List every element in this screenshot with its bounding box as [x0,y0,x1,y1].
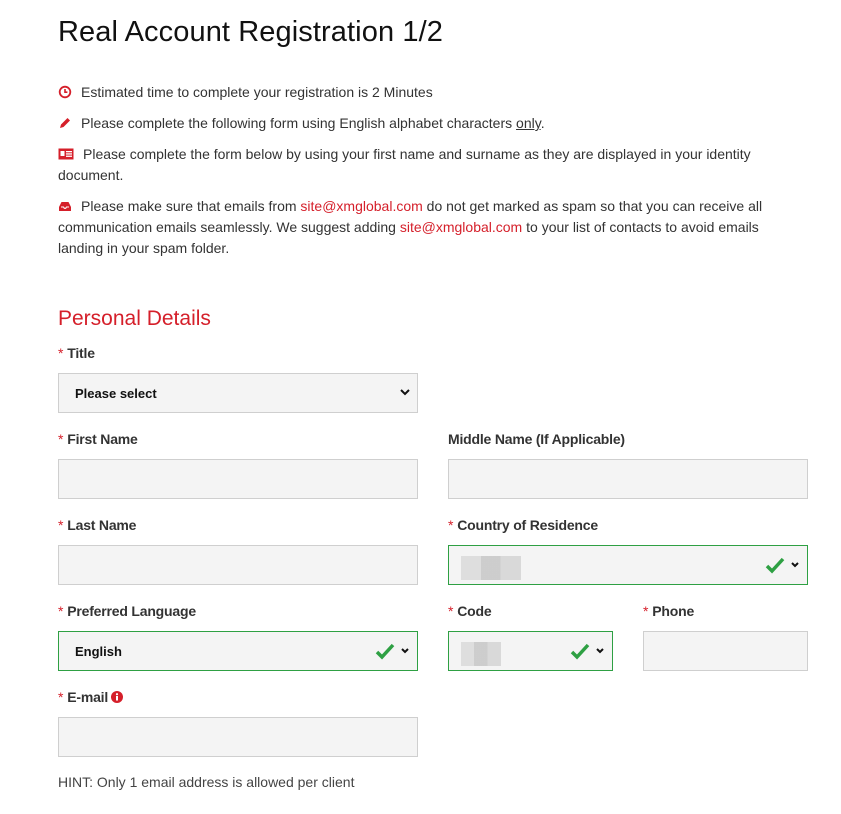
chevron-down-icon [596,648,604,654]
country-select[interactable] [448,545,808,585]
note-time: Estimated time to complete your registra… [58,82,788,103]
first-name-input[interactable] [58,459,418,499]
note-identity-text: Please complete the form below by using … [58,146,751,183]
title-select[interactable]: Please select [58,373,418,413]
redacted-value [461,556,521,580]
chevron-down-icon [791,562,799,568]
email-label: * E-mail [58,689,124,705]
redacted-value [461,642,501,666]
id-card-icon [58,148,74,160]
support-email-link-2[interactable]: site@xmglobal.com [400,219,522,235]
note-email: Please make sure that emails from site@x… [58,198,763,256]
phone-code-select[interactable] [448,631,613,671]
phone-label: * Phone [643,603,695,619]
chevron-down-icon [400,389,410,396]
info-icon[interactable] [111,691,124,703]
title-label: * Title [58,345,95,361]
middle-name-input[interactable] [448,459,808,499]
language-select[interactable]: English [58,631,418,671]
code-label: * Code [448,603,492,619]
check-icon [765,557,785,574]
check-icon [375,643,395,660]
only-underlined: only [516,115,541,131]
phone-input[interactable] [643,631,808,671]
last-name-label: * Last Name [58,517,137,533]
page-title: Real Account Registration 1/2 [58,16,443,48]
chevron-down-icon [401,648,409,654]
clock-icon [58,85,72,99]
middle-name-label: Middle Name (If Applicable) [448,431,625,447]
section-title: Personal Details [58,307,211,330]
pencil-icon [60,118,70,128]
note-time-text: Estimated time to complete your registra… [81,84,433,100]
last-name-input[interactable] [58,545,418,585]
email-hint: HINT: Only 1 email address is allowed pe… [58,774,355,790]
note-alphabet: Please complete the following form using… [58,113,788,134]
check-icon [570,643,590,660]
inbox-icon [59,202,71,211]
note-identity: Please complete the form below by using … [58,144,788,186]
language-label: * Preferred Language [58,603,196,619]
info-notes: Estimated time to complete your registra… [58,82,788,269]
email-input[interactable] [58,717,418,757]
support-email-link[interactable]: site@xmglobal.com [300,198,422,214]
first-name-label: * First Name [58,431,138,447]
country-label: * Country of Residence [448,517,598,533]
